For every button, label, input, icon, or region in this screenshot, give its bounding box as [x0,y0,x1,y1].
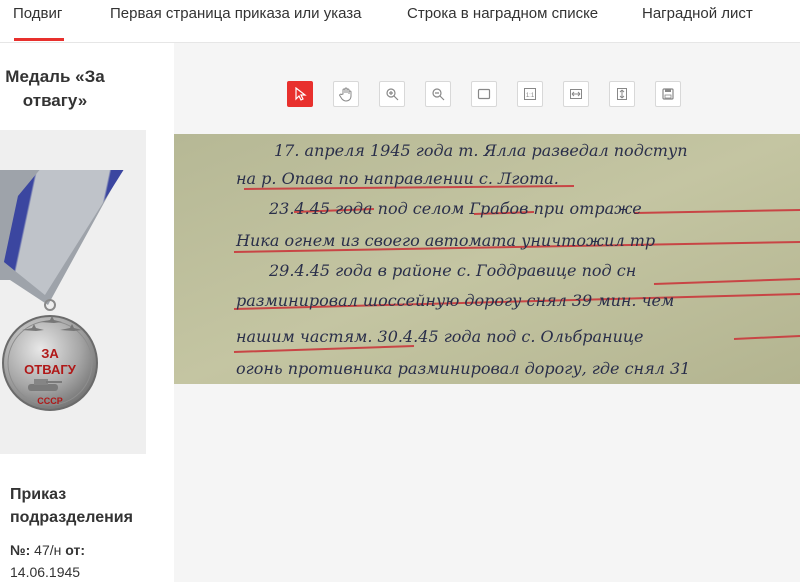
order-number-label: №: [10,542,31,558]
zoom-out-button[interactable] [425,81,451,107]
fit-height-icon [617,88,627,100]
doc-line-4: Ника огнем из своего автомата уничтожил … [235,231,655,250]
doc-line-7: нашим частям. 30.4.45 года под с. Ольбра… [236,327,644,346]
fit-width-button[interactable] [563,81,589,107]
medal-icon: ЗА ОТВАГУ СССР [0,170,124,411]
tab-award-list-row[interactable]: Строка в наградном списке [407,0,598,42]
pan-tool-button[interactable] [333,81,359,107]
fit-page-button[interactable] [471,81,497,107]
tab-order-first-page[interactable]: Первая страница приказа или указа [110,0,361,42]
active-tab-indicator [14,38,64,41]
order-number: 47/н [34,542,62,558]
order-from-label: от: [65,542,85,558]
doc-line-5: 29.4.45 года в районе с. Годдравице под … [268,261,636,280]
sidebar: Медаль «За отвагу» ЗА ОТВАГУ СССР Приказ… [0,43,160,582]
document-viewer: 1:1 17. апреля 1945 года т. Ялла разведа… [174,43,800,582]
order-number-line: №: 47/н от: [10,540,85,560]
document-scan-svg: 17. апреля 1945 года т. Ялла разведал по… [174,134,800,384]
scanned-document[interactable]: 17. апреля 1945 года т. Ялла разведал по… [174,134,800,384]
zoom-in-icon [386,88,399,101]
doc-line-3: 23.4.45 года под селом Грабов при отраже [268,199,642,218]
tab-feat[interactable]: Подвиг [13,0,62,42]
doc-line-6: разминировал шоссейную дорогу снял 39 ми… [236,291,674,310]
order-date: 14.06.1945 [10,564,81,580]
save-icon [662,88,674,100]
medal-inscription-otvagu: ОТВАГУ [24,362,77,377]
zoom-out-icon [432,88,445,101]
medal-inscription-za: ЗА [41,346,59,361]
svg-text:1:1: 1:1 [526,93,535,99]
fit-page-icon [477,88,491,100]
medal-inscription-ussr: СССР [37,396,63,406]
pointer-tool-button[interactable] [287,81,313,107]
save-button[interactable] [655,81,681,107]
fit-height-button[interactable] [609,81,635,107]
award-title: Медаль «За отвагу» [5,67,105,110]
cursor-icon [295,87,307,101]
fit-width-icon [570,89,582,99]
doc-line-1: 17. апреля 1945 года т. Ялла разведал по… [274,141,688,160]
doc-line-8: огонь противника разминировал дорогу, гд… [236,359,690,378]
tab-bar: Подвиг Первая страница приказа или указа… [0,0,800,43]
hand-icon [339,87,352,102]
order-title: Приказ подразделения [10,486,133,526]
tab-award-sheet[interactable]: Наградной лист [642,0,753,42]
medal-image-box: ЗА ОТВАГУ СССР [0,130,146,454]
doc-line-2: на р. Опава по направлении с. Лгота. [236,169,559,188]
actual-size-icon: 1:1 [524,88,536,100]
zoom-in-button[interactable] [379,81,405,107]
actual-size-button[interactable]: 1:1 [517,81,543,107]
